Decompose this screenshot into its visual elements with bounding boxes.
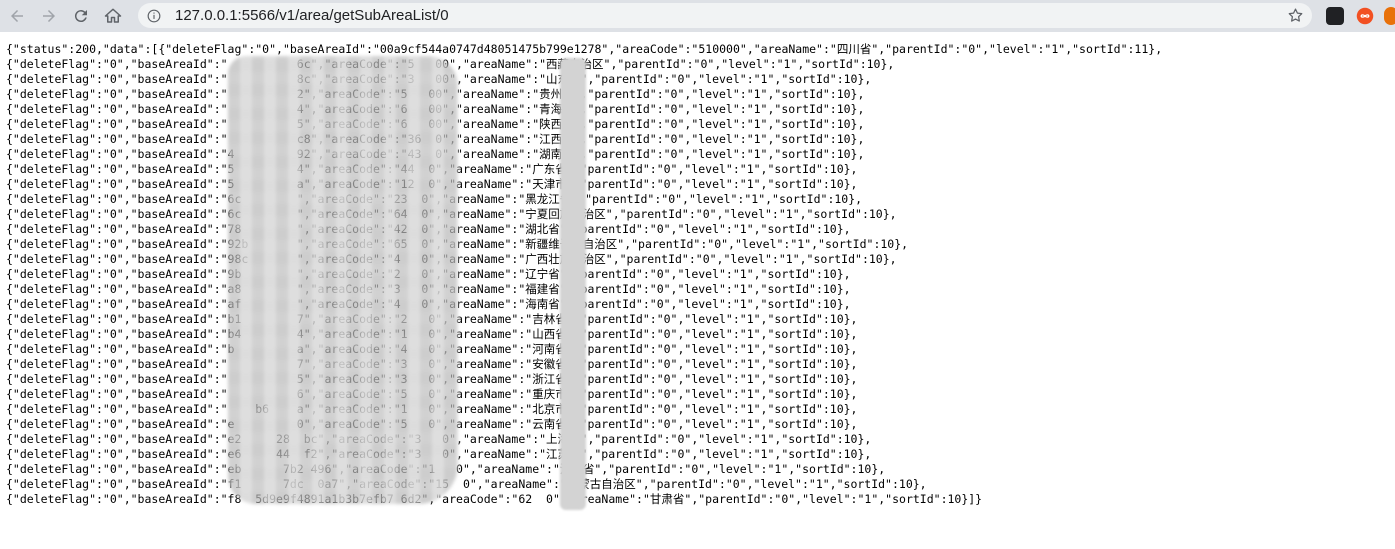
infinity-extension-icon[interactable] (1356, 7, 1374, 25)
json-line: {"deleteFlag":"0","baseAreaId":"f1 7dc 0… (6, 477, 927, 491)
json-line: {"deleteFlag":"0","baseAreaId":" 8c","ar… (6, 72, 872, 86)
json-line: {"deleteFlag":"0","baseAreaId":"f8 5d9e9… (6, 492, 983, 506)
reload-icon (74, 10, 87, 23)
back-button[interactable] (2, 1, 32, 31)
info-icon[interactable] (147, 9, 161, 23)
json-line: {"deleteFlag":"0","baseAreaId":" 2","are… (6, 87, 865, 101)
redaction-blur (228, 56, 458, 504)
json-line: {"status":200,"data":[{"deleteFlag":"0",… (6, 42, 1163, 56)
json-line: {"deleteFlag":"0","baseAreaId":"9b ","ar… (6, 267, 851, 281)
json-line: {"deleteFlag":"0","baseAreaId":" b6 a","… (6, 402, 858, 416)
url-text[interactable]: 127.0.0.1:5566/v1/area/getSubAreaList/0 (175, 7, 449, 24)
json-line: {"deleteFlag":"0","baseAreaId":"b1 7","a… (6, 312, 858, 326)
json-line: {"deleteFlag":"0","baseAreaId":"b a","ar… (6, 342, 858, 356)
forward-arrow-icon (43, 10, 55, 22)
bookmark-star-icon[interactable] (1287, 7, 1304, 24)
address-bar[interactable]: 127.0.0.1:5566/v1/area/getSubAreaList/0 (138, 3, 1312, 28)
redaction-blur (560, 58, 586, 510)
json-line: {"deleteFlag":"0","baseAreaId":"92b ","a… (6, 237, 909, 251)
json-line: {"deleteFlag":"0","baseAreaId":" 6c","ar… (6, 57, 895, 71)
json-line: {"deleteFlag":"0","baseAreaId":" c8","ar… (6, 132, 865, 146)
browser-toolbar: 127.0.0.1:5566/v1/area/getSubAreaList/0 (0, 0, 1395, 32)
json-line: {"deleteFlag":"0","baseAreaId":" 6","are… (6, 387, 858, 401)
json-line: {"deleteFlag":"0","baseAreaId":"e6 44 f2… (6, 447, 872, 461)
json-line: {"deleteFlag":"0","baseAreaId":" 7","are… (6, 357, 858, 371)
json-line: {"deleteFlag":"0","baseAreaId":" 5","are… (6, 372, 858, 386)
profile-avatar-icon[interactable] (1384, 7, 1395, 25)
forward-button[interactable] (34, 1, 64, 31)
back-arrow-icon (11, 10, 23, 22)
json-line: {"deleteFlag":"0","baseAreaId":" 5","are… (6, 117, 865, 131)
json-line: {"deleteFlag":"0","baseAreaId":"98c ","a… (6, 252, 897, 266)
json-response-body: {"status":200,"data":[{"deleteFlag":"0",… (6, 42, 1391, 507)
json-line: {"deleteFlag":"0","baseAreaId":" 4","are… (6, 102, 865, 116)
reload-button[interactable] (66, 1, 96, 31)
json-line: {"deleteFlag":"0","baseAreaId":"e 0","ar… (6, 417, 858, 431)
json-line: {"deleteFlag":"0","baseAreaId":"6c ","ar… (6, 207, 897, 221)
json-line: {"deleteFlag":"0","baseAreaId":"5 a","ar… (6, 177, 858, 191)
json-line: {"deleteFlag":"0","baseAreaId":"78 ","ar… (6, 222, 851, 236)
json-line: {"deleteFlag":"0","baseAreaId":"eb 7b2 4… (6, 462, 886, 476)
json-line: {"deleteFlag":"0","baseAreaId":"6c ","ar… (6, 192, 863, 206)
json-line: {"deleteFlag":"0","baseAreaId":"b4 4","a… (6, 327, 858, 341)
json-line: {"deleteFlag":"0","baseAreaId":"e2 28 bc… (6, 432, 872, 446)
home-icon (104, 8, 122, 23)
json-line: {"deleteFlag":"0","baseAreaId":"4 92","a… (6, 147, 865, 161)
json-line: {"deleteFlag":"0","baseAreaId":"af ","ar… (6, 297, 851, 311)
json-line: {"deleteFlag":"0","baseAreaId":"a8 ","ar… (6, 282, 851, 296)
home-button[interactable] (98, 1, 128, 31)
extension-icon[interactable] (1326, 7, 1344, 25)
json-line: {"deleteFlag":"0","baseAreaId":"5 4","ar… (6, 162, 858, 176)
